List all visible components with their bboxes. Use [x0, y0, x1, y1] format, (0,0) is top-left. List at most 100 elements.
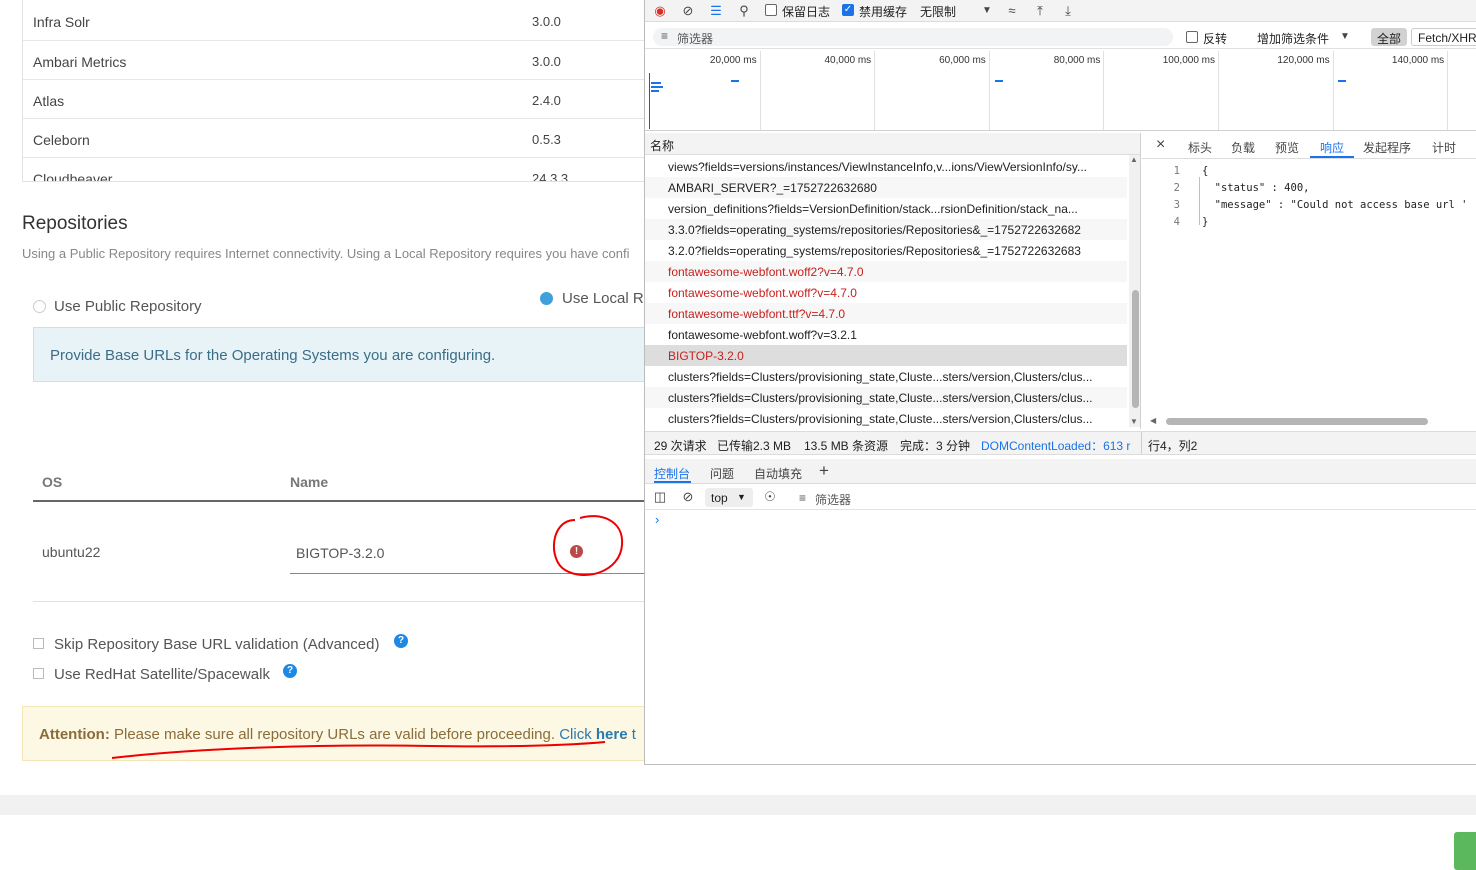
satellite-help-icon[interactable]: ? [283, 664, 297, 678]
attention-link-tail[interactable]: t [628, 726, 636, 743]
request-name: version_definitions?fields=VersionDefini… [668, 202, 1078, 216]
local-repo-label[interactable]: Use Local R [562, 290, 644, 307]
console-prompt[interactable]: › [655, 512, 659, 527]
scroll-left-icon[interactable]: ◀ [1150, 416, 1156, 425]
filter-all-chip[interactable]: 全部 [1371, 28, 1408, 46]
line-number: 3 [1173, 199, 1180, 211]
more-filters-chevron-icon[interactable]: ▼ [1337, 29, 1353, 45]
satellite-checkbox[interactable] [33, 668, 44, 679]
filter-fetch-xhr-chip[interactable]: Fetch/XHR [1411, 28, 1476, 46]
preserve-log-checkbox[interactable] [765, 4, 777, 16]
record-stop-icon[interactable]: ◉ [652, 3, 668, 19]
attention-here-link[interactable]: here [596, 726, 628, 743]
console-filter-input[interactable]: ≡ 筛选器 [793, 488, 973, 507]
satellite-label[interactable]: Use RedHat Satellite/Spacewalk [54, 666, 270, 683]
network-conditions-icon[interactable]: ≈ [1004, 3, 1020, 19]
context-select[interactable]: top ▼ [705, 488, 753, 507]
close-icon[interactable]: × [1156, 136, 1165, 154]
request-row[interactable]: fontawesome-webfont.woff?v=4.7.0 [645, 282, 1127, 303]
request-row[interactable]: BIGTOP-3.2.0 [645, 345, 1127, 366]
skip-validation-checkbox[interactable] [33, 638, 44, 649]
base-url-info-box: Provide Base URLs for the Operating Syst… [33, 327, 644, 382]
request-row[interactable]: AMBARI_SERVER?_=1752722632680 [645, 177, 1127, 198]
console-filter-icon: ≡ [799, 491, 807, 505]
preserve-log-label[interactable]: 保留日志 [782, 3, 830, 20]
public-repo-label[interactable]: Use Public Repository [54, 298, 202, 315]
filter-toggle-icon[interactable]: ☰ [708, 3, 724, 19]
name-column-header[interactable]: 名称 [650, 137, 674, 154]
export-har-icon[interactable]: ⤓ [1060, 3, 1076, 19]
console-clear-icon[interactable]: ⊘ [680, 489, 696, 505]
chevron-down-icon[interactable]: ▼ [979, 3, 995, 19]
tab-autofill[interactable]: 自动填充 [754, 465, 802, 482]
disable-cache-label[interactable]: 禁用缓存 [859, 3, 907, 20]
request-row[interactable]: 3.2.0?fields=operating_systems/repositor… [645, 240, 1127, 261]
scroll-down-icon[interactable]: ▼ [1130, 417, 1138, 426]
repositories-title: Repositories [22, 213, 128, 234]
detail-tab[interactable]: 响应 [1320, 139, 1344, 156]
invert-label[interactable]: 反转 [1203, 30, 1227, 47]
request-name: clusters?fields=Clusters/provisioning_st… [668, 412, 1093, 426]
local-repo-radio[interactable] [540, 292, 553, 305]
tab-console-underline [654, 481, 691, 483]
tab-console[interactable]: 控制台 [654, 465, 690, 482]
public-repo-radio[interactable] [33, 300, 46, 313]
throttle-select[interactable]: 无限制 [920, 3, 956, 20]
detail-tab[interactable]: 计时 [1432, 139, 1456, 156]
line-number: 1 [1173, 165, 1180, 177]
services-table: Infra Solr 3.0.0 Ambari Metrics 3.0.0 Atlas 2… [22, 0, 662, 182]
response-code-line: 4} [1142, 216, 1476, 233]
request-row[interactable]: clusters?fields=Clusters/provisioning_st… [645, 408, 1127, 429]
live-expression-eye-icon[interactable]: ☉ [762, 489, 778, 505]
request-list-scrollbar[interactable]: ▲ ▼ [1129, 155, 1140, 427]
request-row[interactable]: views?fields=versions/instances/ViewInst… [645, 156, 1127, 177]
disable-cache-checkbox[interactable]: ✓ [842, 4, 854, 16]
request-row[interactable]: fontawesome-webfont.ttf?v=4.7.0 [645, 303, 1127, 324]
attention-click-text[interactable]: Click [559, 726, 596, 743]
network-filter-input[interactable]: ≡ 筛选器 [653, 28, 1173, 46]
detail-tab[interactable]: 标头 [1188, 139, 1212, 156]
attention-text: Please make sure all repository URLs are… [109, 726, 560, 743]
request-row[interactable]: 3.3.0?fields=operating_systems/repositor… [645, 219, 1127, 240]
row-separator [33, 601, 644, 602]
repo-name-input[interactable] [290, 532, 644, 574]
scrollbar-thumb[interactable] [1132, 290, 1139, 408]
name-column-header: Name [290, 474, 329, 490]
request-list: 名称 views?fields=versions/instances/ViewI… [645, 133, 1141, 429]
request-row[interactable]: fontawesome-webfont.woff2?v=4.7.0 [645, 261, 1127, 282]
network-filter-row: ≡ 筛选器 反转 增加筛选条件 ▼ 全部 Fetch/XHR [645, 25, 1476, 49]
next-button[interactable] [1454, 832, 1476, 870]
console-filter-placeholder: 筛选器 [815, 493, 852, 507]
skip-validation-label[interactable]: Skip Repository Base URL validation (Adv… [54, 636, 379, 653]
detail-tab[interactable]: 负载 [1231, 139, 1255, 156]
import-har-icon[interactable]: ⤒ [1032, 3, 1048, 19]
skip-validation-help-icon[interactable]: ? [394, 634, 408, 648]
tab-issues[interactable]: 问题 [710, 465, 734, 482]
request-detail-panel: × 标头 负载 预览 响应 发起程序 计时 1{2 "status" : 400, 3 "m… [1142, 133, 1476, 429]
detail-tab[interactable]: 预览 [1275, 139, 1299, 156]
line-text: } [1202, 216, 1209, 228]
service-name: Celeborn [33, 132, 90, 148]
request-row[interactable]: version_definitions?fields=VersionDefini… [645, 198, 1127, 219]
add-tab-icon[interactable]: + [819, 461, 829, 481]
response-hscrollbar[interactable]: ◀ [1150, 416, 1476, 426]
timeline-bar [651, 82, 661, 84]
detail-tab[interactable]: 发起程序 [1363, 139, 1411, 156]
hscrollbar-thumb[interactable] [1166, 418, 1428, 425]
sidebar-toggle-icon[interactable]: ◫ [652, 489, 668, 505]
request-row[interactable]: clusters?fields=Clusters/provisioning_st… [645, 387, 1127, 408]
scroll-up-icon[interactable]: ▲ [1130, 155, 1138, 164]
response-code-line: 2 "status" : 400, [1142, 182, 1476, 199]
invert-checkbox[interactable] [1186, 31, 1198, 43]
status-separator [1141, 432, 1142, 454]
status-dom-loaded: DOMContentLoaded：613 r [981, 439, 1131, 453]
request-row[interactable]: clusters?fields=Clusters/provisioning_st… [645, 366, 1127, 387]
more-filters-button[interactable]: 增加筛选条件 [1257, 30, 1329, 47]
timeline-label: 40,000 ms [824, 55, 872, 66]
request-row[interactable]: fontawesome-webfont.woff?v=3.2.1 [645, 324, 1127, 345]
status-requests: 29 次请求 [654, 439, 707, 453]
search-icon[interactable]: ⚲ [736, 3, 752, 19]
service-row: Infra Solr 3.0.0 [23, 0, 661, 41]
clear-icon[interactable]: ⊘ [680, 3, 696, 19]
error-icon[interactable]: ! [570, 545, 583, 558]
